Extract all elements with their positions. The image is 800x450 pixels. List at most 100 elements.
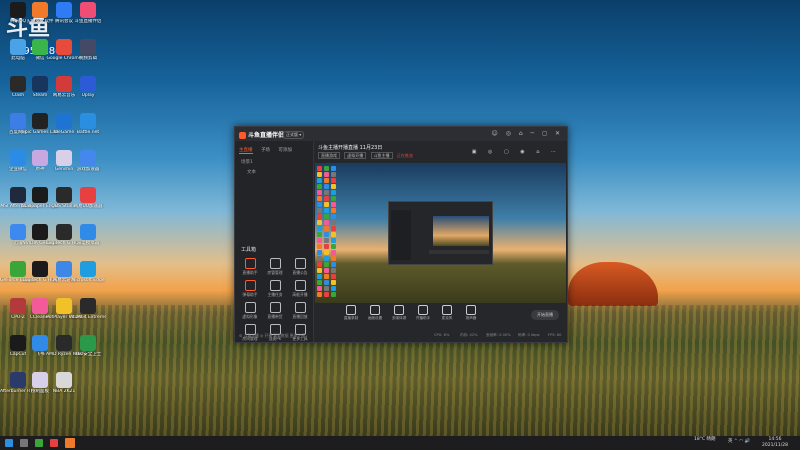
desktop-icon[interactable]: 360安全卫士 — [70, 335, 106, 373]
app-logo-icon — [239, 132, 246, 139]
app-sidebar: 主直播 子场 可添加 场景1 文本 工具箱 直播助手 房管管理 直播公告 弹幕助手 主播… — [235, 141, 314, 342]
system-tray[interactable]: 英 ⌃ ◠ 🔊 — [728, 439, 750, 445]
stream-header-icons[interactable]: ▣ ◎ ▢ ◉ ⌂ ⋯ — [472, 149, 561, 155]
toolbox-item-label: 房管管理 — [267, 270, 283, 275]
control-bar-item[interactable]: 画面设置 — [364, 305, 386, 321]
preview-icon — [331, 274, 336, 279]
toolbox-item[interactable]: 弹幕助手 — [237, 277, 263, 301]
control-bar-icon — [370, 305, 380, 315]
preview-icon — [324, 172, 329, 177]
toolbox-item-icon — [269, 280, 281, 291]
desktop-icon[interactable]: 视频剪辑 — [70, 39, 106, 77]
taskbar-app-icon[interactable] — [35, 439, 43, 447]
start-stream-button[interactable]: 开始直播 — [531, 310, 559, 320]
weather-widget[interactable]: 18°C 晴朗 — [694, 437, 716, 443]
desktop-icon-label: 游戏加速器 — [76, 167, 100, 172]
preview-icon — [324, 244, 329, 249]
preview-icon — [317, 286, 322, 291]
task-view-icon[interactable] — [20, 439, 28, 447]
desktop-icon[interactable]: 雷电模拟器 — [70, 224, 106, 262]
toolbox-item[interactable]: 直播回放 — [287, 299, 313, 323]
preview-desktop-icons — [315, 163, 337, 303]
desktop-icon[interactable]: NBA 2K21 — [46, 372, 82, 410]
toolbox-item[interactable]: 虚拟形象 — [237, 299, 263, 323]
start-menu-icon[interactable] — [5, 439, 13, 447]
desktop-icon[interactable]: 游戏加速器 — [70, 150, 106, 188]
version-badge[interactable]: 正式版 ▾ — [283, 131, 305, 139]
stream-preview[interactable] — [315, 163, 566, 303]
tab-sub[interactable]: 子场 — [261, 148, 270, 153]
desktop-icon-label: 360安全卫士 — [74, 352, 102, 357]
preview-icon — [331, 250, 336, 255]
preview-icon — [324, 286, 329, 291]
preview-icon — [331, 244, 336, 249]
preview-icon — [331, 208, 336, 213]
control-bar-item[interactable]: 麦克风 — [436, 305, 458, 321]
preview-icon — [331, 190, 336, 195]
preview-icon — [317, 256, 322, 261]
app-brand: 斗鱼直播伴侣 — [239, 130, 284, 139]
toolbox-item-icon — [244, 280, 256, 291]
control-bar-item[interactable]: 扬声器 — [460, 305, 482, 321]
preview-icon — [317, 190, 322, 195]
control-bar-label: 画面设置 — [367, 316, 383, 320]
desktop-icon[interactable]: 网易UU加速器 — [70, 187, 106, 225]
control-bar-item[interactable]: 直播录制 — [340, 305, 362, 321]
toolbox-item[interactable]: 直播带货 — [262, 299, 288, 323]
toolbox-item[interactable]: 房管管理 — [262, 255, 288, 279]
tab-main[interactable]: 主直播 — [239, 148, 253, 154]
sidebar-footer[interactable]: ⚙ 斗鱼主播 ◎ 开播·观看数据 更多主播 › — [239, 333, 308, 339]
scene-source-item[interactable]: 文本 — [247, 169, 256, 175]
tab-add[interactable]: 可添加 — [278, 148, 292, 153]
stream-tag[interactable]: 直播游戏 — [318, 152, 340, 159]
taskbar-app-icon[interactable] — [50, 439, 58, 447]
desktop-icon-label: Uplay — [81, 93, 95, 98]
preview-icon — [317, 196, 322, 201]
streaming-app-window[interactable]: 斗鱼直播伴侣 正式版 ▾ ☺ ◎ ⌂ ─ ◻ ✕ 主直播 子场 可添加 场景1 … — [234, 126, 568, 343]
desktop-icon[interactable]: Uplay — [70, 76, 106, 114]
stream-header: 斗鱼主播开播直播 11月23日 直播游戏 虚拟开播 斗鱼主播 正在推流 ▣ ◎ … — [314, 141, 567, 163]
preview-icon — [317, 244, 322, 249]
app-shortcut-icon — [80, 224, 96, 240]
preview-icon — [331, 172, 336, 177]
toolbox-item-label: 弹幕助手 — [242, 292, 258, 297]
app-shortcut-icon — [80, 261, 96, 277]
toolbox-item[interactable]: 高能开播 — [287, 277, 313, 301]
stream-tag[interactable]: 虚拟开播 — [344, 152, 367, 159]
preview-icon — [331, 286, 336, 291]
preview-icon — [324, 166, 329, 171]
preview-icon — [317, 202, 322, 207]
preview-icon — [331, 184, 336, 189]
preview-icon — [317, 232, 322, 237]
preview-icon — [324, 268, 329, 273]
stream-tag[interactable]: 斗鱼主播 — [370, 152, 393, 159]
app-shortcut-icon — [80, 187, 96, 203]
desktop-icon-label: Microsoft Edge — [71, 278, 105, 283]
status-drop-rate: 丢帧率: 0.00% — [486, 333, 511, 337]
desktop-icon[interactable]: Battle.net — [70, 113, 106, 151]
window-controls[interactable]: ☺ ◎ ⌂ ─ ◻ ✕ — [492, 130, 563, 137]
toolbox-item[interactable]: 直播公告 — [287, 255, 313, 279]
toolbox-item[interactable]: 直播助手 — [237, 255, 263, 279]
preview-icon — [331, 214, 336, 219]
status-fps: FPS: 60 — [548, 333, 562, 337]
preview-icon — [331, 220, 336, 225]
control-bar-icon — [466, 305, 476, 315]
control-bar-item[interactable]: 多媒体源 — [388, 305, 410, 321]
desktop-icon[interactable]: 斗鱼直播伴侣 — [70, 2, 106, 40]
desktop-icon[interactable]: Microsoft Edge — [70, 261, 106, 299]
preview-icon — [331, 232, 336, 237]
preview-icon — [317, 274, 322, 279]
preview-icon — [331, 166, 336, 171]
control-bar-item[interactable]: 开播助手 — [412, 305, 434, 321]
toolbox-item[interactable]: 主播任务 — [262, 277, 288, 301]
control-bar-icon — [394, 305, 404, 315]
desktop-icon-label: Battle.net — [76, 130, 100, 135]
app-titlebar[interactable]: 斗鱼直播伴侣 正式版 ▾ ☺ ◎ ⌂ ─ ◻ ✕ — [235, 127, 567, 141]
preview-icon — [317, 208, 322, 213]
clock[interactable]: 14:56 2021/11/28 — [762, 437, 788, 449]
desktop-icon[interactable]: AIDA64 Extreme — [70, 298, 106, 336]
taskbar-active-app-icon[interactable] — [65, 438, 75, 448]
scene-item[interactable]: 场景1 — [241, 159, 253, 165]
stream-title[interactable]: 斗鱼主播开播直播 11月23日 — [318, 144, 382, 151]
